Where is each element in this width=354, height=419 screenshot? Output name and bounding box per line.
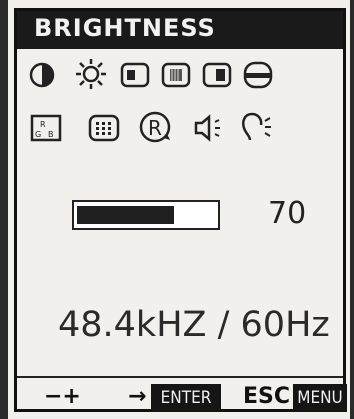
color-icon[interactable]: R G B — [30, 114, 62, 142]
reset-icon[interactable]: R — [138, 110, 174, 144]
svg-text:R: R — [148, 116, 162, 140]
menu-title: BRIGHTNESS — [34, 14, 216, 42]
signal-frequency: 48.4kHZ / 60Hz — [58, 305, 330, 345]
brightness-slider[interactable] — [72, 200, 220, 230]
brightness-slider-fill — [77, 206, 174, 224]
size-icon[interactable] — [161, 62, 191, 88]
svg-text:R: R — [40, 120, 46, 129]
brightness-icon[interactable] — [75, 58, 107, 90]
enter-button[interactable]: ENTER — [151, 384, 221, 412]
svg-text:G: G — [35, 130, 41, 139]
arrow-right-icon: → — [128, 384, 147, 409]
svg-text:B: B — [48, 130, 54, 139]
sharpness-icon[interactable] — [88, 114, 120, 142]
volume-icon[interactable] — [193, 114, 229, 142]
brightness-value: 70 — [268, 196, 307, 231]
contrast-icon[interactable] — [29, 62, 55, 88]
exit-icon[interactable] — [243, 61, 273, 89]
input-icon[interactable] — [240, 110, 276, 144]
footer-divider — [17, 376, 343, 378]
phase-icon[interactable] — [202, 62, 232, 88]
position-icon[interactable] — [120, 62, 150, 88]
menu-button[interactable]: MENU — [293, 384, 347, 412]
adjust-hint: −+ — [44, 384, 81, 409]
esc-label: ESC — [243, 384, 291, 409]
